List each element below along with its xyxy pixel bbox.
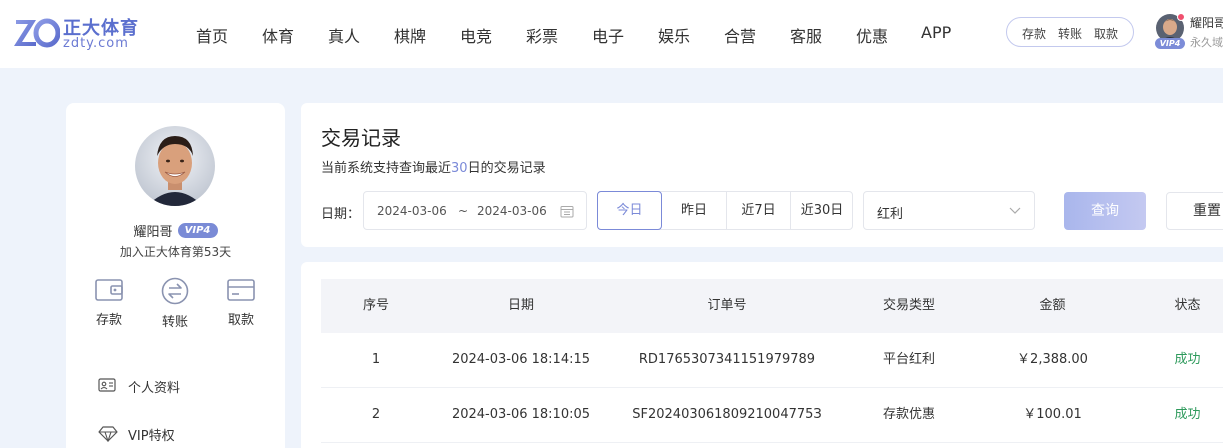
- notification-dot: [1177, 13, 1185, 21]
- sidebar-item-label: 个人资料: [128, 381, 181, 396]
- filter-panel: 交易记录 当前系统支持查询最近30日的交易记录 日期： 2024-03-06 ~…: [301, 103, 1223, 247]
- cell-order-id: RD1765307341151979789: [638, 352, 816, 367]
- cell-index: 1: [371, 352, 381, 367]
- site-logo[interactable]: 正大体育 zdty.com: [14, 14, 144, 54]
- header-amount: 金额: [1039, 298, 1066, 313]
- sidebar-item-label: VIP特权: [128, 429, 175, 444]
- nav-esports[interactable]: 电竞: [460, 23, 492, 47]
- withdraw-button[interactable]: 取款: [216, 277, 266, 328]
- withdraw-label: 取款: [227, 313, 254, 328]
- id-card-icon: [98, 378, 116, 392]
- chevron-down-icon: [1009, 207, 1021, 214]
- nav-partner[interactable]: 合营: [724, 23, 756, 47]
- header-type: 交易类型: [882, 298, 935, 313]
- date-separator: ~: [458, 204, 469, 218]
- header-status: 状态: [1174, 298, 1201, 313]
- header-order-id: 订单号: [707, 298, 747, 313]
- nav-promotions[interactable]: 优惠: [856, 23, 888, 47]
- diamond-icon: [98, 426, 118, 442]
- cell-amount: ￥100.01: [1023, 407, 1082, 422]
- reset-button[interactable]: 重置: [1166, 192, 1223, 230]
- vip-level-badge: VIP4: [177, 223, 218, 238]
- nav-live[interactable]: 真人: [328, 23, 360, 47]
- logo-subtitle: zdty.com: [63, 36, 129, 51]
- cell-type: 平台红利: [882, 352, 935, 367]
- start-date[interactable]: 2024-03-06: [377, 204, 447, 218]
- quick-actions-pill: 存款 转账 取款: [1006, 17, 1134, 47]
- transfer-icon: [161, 277, 189, 305]
- table-row: 2 2024-03-06 18:10:05 SF2024030618092100…: [321, 388, 1223, 443]
- header-withdraw-link[interactable]: 取款: [1094, 25, 1118, 42]
- top-header: 正大体育 zdty.com 首页 体育 真人 棋牌 电竞 彩票 电子 娱乐 合营…: [0, 0, 1223, 68]
- transaction-type-select[interactable]: 红利: [863, 191, 1035, 230]
- avatar-portrait-icon: [135, 126, 215, 206]
- cell-date: 2024-03-06 18:14:15: [451, 352, 591, 367]
- logo-mark-icon: [14, 18, 60, 48]
- cell-type: 存款优惠: [882, 407, 935, 422]
- note-days: 30: [451, 161, 468, 176]
- note-prefix: 当前系统支持查询最近: [321, 161, 452, 176]
- transfer-button[interactable]: 转账: [150, 277, 200, 330]
- header-index: 序号: [362, 298, 389, 313]
- quick-range-tabs: 今日 昨日 近7日 近30日: [597, 191, 853, 230]
- note-suffix: 日的交易记录: [467, 161, 546, 176]
- range-30-days[interactable]: 近30日: [790, 192, 853, 229]
- date-range-picker[interactable]: 2024-03-06 ~ 2024-03-06: [363, 191, 587, 230]
- selected-type: 红利: [877, 207, 904, 222]
- cell-status: 成功: [1174, 352, 1201, 367]
- deposit-label: 存款: [95, 313, 122, 328]
- query-button[interactable]: 查询: [1064, 192, 1146, 230]
- header-user-subtitle: 永久域: [1190, 36, 1223, 49]
- header-date: 日期: [507, 298, 534, 313]
- end-date[interactable]: 2024-03-06: [477, 204, 547, 218]
- query-range-note: 当前系统支持查询最近30日的交易记录: [321, 157, 546, 176]
- cell-amount: ￥2,388.00: [1017, 352, 1088, 367]
- wallet-icon: [95, 279, 123, 301]
- calendar-icon: [560, 206, 574, 218]
- nav-home[interactable]: 首页: [196, 23, 228, 47]
- range-yesterday[interactable]: 昨日: [662, 192, 726, 229]
- profile-username: 耀阳哥: [133, 225, 173, 240]
- date-label: 日期：: [321, 207, 361, 222]
- transfer-label: 转账: [161, 315, 188, 330]
- profile-name-row: 耀阳哥 VIP4: [66, 220, 285, 240]
- nav-slots[interactable]: 电子: [592, 23, 624, 47]
- range-7-days[interactable]: 近7日: [726, 192, 790, 229]
- membership-duration: 加入正大体育第53天: [119, 245, 232, 259]
- cell-order-id: SF20240306180921004775З: [632, 407, 822, 422]
- page-title: 交易记录: [321, 126, 401, 150]
- header-transfer-link[interactable]: 转账: [1058, 25, 1082, 42]
- table-header: 序号 日期 订单号 交易类型 金额 状态: [321, 279, 1223, 333]
- profile-sidebar: 耀阳哥 VIP4 加入正大体育第53天 存款 转账 取款 个人资料 VIP特权: [66, 103, 285, 448]
- header-username[interactable]: 耀阳哥: [1190, 14, 1223, 31]
- card-icon: [227, 279, 255, 301]
- nav-sports[interactable]: 体育: [262, 23, 294, 47]
- table-row: 1 2024-03-06 18:14:15 RD1765307341151979…: [321, 333, 1223, 388]
- header-vip-badge: VIP4: [1155, 38, 1185, 49]
- range-today[interactable]: 今日: [597, 191, 662, 230]
- nav-entertainment[interactable]: 娱乐: [658, 23, 690, 47]
- transactions-table: 序号 日期 订单号 交易类型 金额 状态 1 2024-03-06 18:14:…: [301, 262, 1223, 448]
- cell-status: 成功: [1174, 407, 1201, 422]
- deposit-button[interactable]: 存款: [84, 277, 134, 328]
- nav-lottery[interactable]: 彩票: [526, 23, 558, 47]
- nav-service[interactable]: 客服: [790, 23, 822, 47]
- nav-cards[interactable]: 棋牌: [394, 23, 426, 47]
- nav-app[interactable]: APP: [921, 23, 951, 42]
- cell-date: 2024-03-06 18:10:05: [451, 407, 591, 422]
- profile-avatar[interactable]: [135, 126, 215, 206]
- header-deposit-link[interactable]: 存款: [1022, 25, 1046, 42]
- cell-index: 2: [371, 407, 381, 422]
